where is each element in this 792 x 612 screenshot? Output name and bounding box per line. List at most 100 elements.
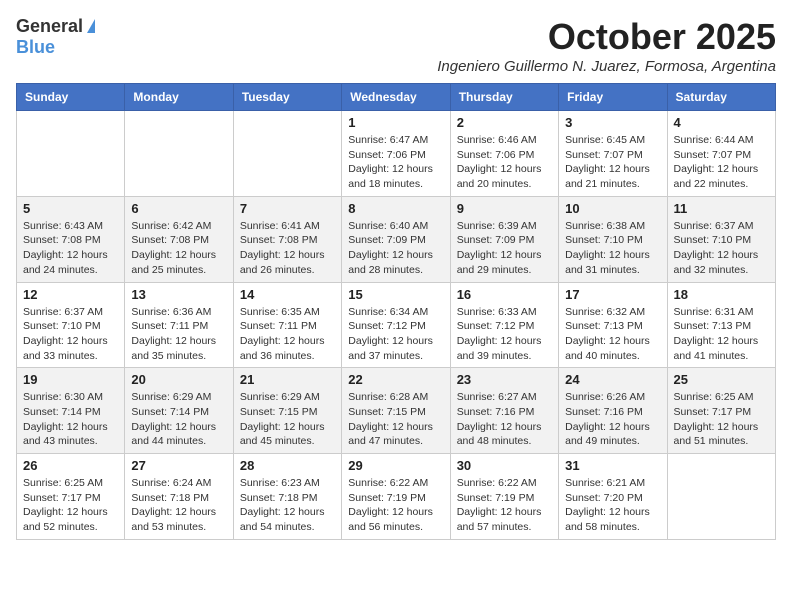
day-number: 21: [240, 372, 335, 387]
logo: General Blue: [16, 16, 95, 58]
page-header: General Blue October 2025 Ingeniero Guil…: [16, 16, 776, 75]
calendar-header-wednesday: Wednesday: [342, 84, 450, 111]
logo-triangle-icon: [87, 19, 95, 33]
day-info: Sunrise: 6:43 AMSunset: 7:08 PMDaylight:…: [23, 219, 118, 278]
title-section: October 2025 Ingeniero Guillermo N. Juar…: [437, 16, 776, 75]
calendar-cell: 4 Sunrise: 6:44 AMSunset: 7:07 PMDaylight…: [667, 111, 775, 197]
day-info: Sunrise: 6:25 AMSunset: 7:17 PMDaylight:…: [674, 390, 769, 449]
day-info: Sunrise: 6:47 AMSunset: 7:06 PMDaylight:…: [348, 133, 443, 192]
day-number: 24: [565, 372, 660, 387]
day-info: Sunrise: 6:28 AMSunset: 7:15 PMDaylight:…: [348, 390, 443, 449]
calendar-cell: 8 Sunrise: 6:40 AMSunset: 7:09 PMDaylight…: [342, 196, 450, 282]
day-number: 27: [131, 458, 226, 473]
calendar-cell: 16 Sunrise: 6:33 AMSunset: 7:12 PMDayligh…: [450, 282, 558, 368]
calendar-header-saturday: Saturday: [667, 84, 775, 111]
day-info: Sunrise: 6:40 AMSunset: 7:09 PMDaylight:…: [348, 219, 443, 278]
day-number: 28: [240, 458, 335, 473]
day-number: 12: [23, 287, 118, 302]
day-info: Sunrise: 6:21 AMSunset: 7:20 PMDaylight:…: [565, 476, 660, 535]
calendar-cell: 24Sunrise: 6:26 AMSunset: 7:16 PMDayligh…: [559, 368, 667, 454]
day-info: Sunrise: 6:33 AMSunset: 7:12 PMDaylight:…: [457, 305, 552, 364]
day-number: 4: [674, 115, 769, 130]
day-number: 20: [131, 372, 226, 387]
day-number: 19: [23, 372, 118, 387]
day-number: 16: [457, 287, 552, 302]
calendar-cell: 13 Sunrise: 6:36 AMSunset: 7:11 PMDayligh…: [125, 282, 233, 368]
calendar-cell: 30 Sunrise: 6:22 AMSunset: 7:19 PMDayligh…: [450, 454, 558, 540]
day-number: 9: [457, 201, 552, 216]
calendar-cell: [233, 111, 341, 197]
day-number: 13: [131, 287, 226, 302]
calendar-cell: 23 Sunrise: 6:27 AMSunset: 7:16 PMDayligh…: [450, 368, 558, 454]
day-number: 23: [457, 372, 552, 387]
logo-general-text: General: [16, 16, 83, 37]
calendar-cell: 15Sunrise: 6:34 AMSunset: 7:12 PMDayligh…: [342, 282, 450, 368]
day-number: 15: [348, 287, 443, 302]
location-text: Ingeniero Guillermo N. Juarez, Formosa, …: [437, 58, 776, 75]
day-info: Sunrise: 6:37 AMSunset: 7:10 PMDaylight:…: [674, 219, 769, 278]
day-number: 11: [674, 201, 769, 216]
day-number: 25: [674, 372, 769, 387]
day-number: 1: [348, 115, 443, 130]
calendar-table: SundayMondayTuesdayWednesdayThursdayFrid…: [16, 83, 776, 540]
calendar-cell: 25 Sunrise: 6:25 AMSunset: 7:17 PMDayligh…: [667, 368, 775, 454]
day-info: Sunrise: 6:41 AMSunset: 7:08 PMDaylight:…: [240, 219, 335, 278]
day-info: Sunrise: 6:32 AMSunset: 7:13 PMDaylight:…: [565, 305, 660, 364]
day-info: Sunrise: 6:31 AMSunset: 7:13 PMDaylight:…: [674, 305, 769, 364]
day-info: Sunrise: 6:37 AMSunset: 7:10 PMDaylight:…: [23, 305, 118, 364]
day-info: Sunrise: 6:29 AMSunset: 7:15 PMDaylight:…: [240, 390, 335, 449]
calendar-header-thursday: Thursday: [450, 84, 558, 111]
day-number: 17: [565, 287, 660, 302]
day-info: Sunrise: 6:23 AMSunset: 7:18 PMDaylight:…: [240, 476, 335, 535]
calendar-cell: 9 Sunrise: 6:39 AMSunset: 7:09 PMDaylight…: [450, 196, 558, 282]
calendar-cell: 2Sunrise: 6:46 AMSunset: 7:06 PMDaylight…: [450, 111, 558, 197]
day-number: 10: [565, 201, 660, 216]
calendar-cell: 3 Sunrise: 6:45 AMSunset: 7:07 PMDaylight…: [559, 111, 667, 197]
calendar-cell: 21 Sunrise: 6:29 AMSunset: 7:15 PMDayligh…: [233, 368, 341, 454]
calendar-cell: [667, 454, 775, 540]
day-info: Sunrise: 6:45 AMSunset: 7:07 PMDaylight:…: [565, 133, 660, 192]
calendar-cell: 20 Sunrise: 6:29 AMSunset: 7:14 PMDayligh…: [125, 368, 233, 454]
calendar-week-row: 19 Sunrise: 6:30 AMSunset: 7:14 PMDayligh…: [17, 368, 776, 454]
logo-blue-text: Blue: [16, 37, 55, 58]
calendar-cell: 17 Sunrise: 6:32 AMSunset: 7:13 PMDayligh…: [559, 282, 667, 368]
calendar-cell: 1 Sunrise: 6:47 AMSunset: 7:06 PMDaylight…: [342, 111, 450, 197]
calendar-cell: 12 Sunrise: 6:37 AMSunset: 7:10 PMDayligh…: [17, 282, 125, 368]
day-number: 3: [565, 115, 660, 130]
day-number: 29: [348, 458, 443, 473]
day-number: 31: [565, 458, 660, 473]
calendar-cell: 5 Sunrise: 6:43 AMSunset: 7:08 PMDaylight…: [17, 196, 125, 282]
month-title: October 2025: [437, 16, 776, 58]
calendar-header-friday: Friday: [559, 84, 667, 111]
day-info: Sunrise: 6:39 AMSunset: 7:09 PMDaylight:…: [457, 219, 552, 278]
day-number: 7: [240, 201, 335, 216]
day-info: Sunrise: 6:36 AMSunset: 7:11 PMDaylight:…: [131, 305, 226, 364]
day-info: Sunrise: 6:35 AMSunset: 7:11 PMDaylight:…: [240, 305, 335, 364]
calendar-week-row: 26Sunrise: 6:25 AMSunset: 7:17 PMDayligh…: [17, 454, 776, 540]
day-info: Sunrise: 6:30 AMSunset: 7:14 PMDaylight:…: [23, 390, 118, 449]
day-info: Sunrise: 6:24 AMSunset: 7:18 PMDaylight:…: [131, 476, 226, 535]
day-info: Sunrise: 6:38 AMSunset: 7:10 PMDaylight:…: [565, 219, 660, 278]
day-number: 18: [674, 287, 769, 302]
calendar-cell: 6Sunrise: 6:42 AMSunset: 7:08 PMDaylight…: [125, 196, 233, 282]
calendar-week-row: 5 Sunrise: 6:43 AMSunset: 7:08 PMDaylight…: [17, 196, 776, 282]
day-info: Sunrise: 6:22 AMSunset: 7:19 PMDaylight:…: [457, 476, 552, 535]
calendar-week-row: 1 Sunrise: 6:47 AMSunset: 7:06 PMDaylight…: [17, 111, 776, 197]
day-number: 5: [23, 201, 118, 216]
calendar-week-row: 12 Sunrise: 6:37 AMSunset: 7:10 PMDayligh…: [17, 282, 776, 368]
calendar-cell: 22Sunrise: 6:28 AMSunset: 7:15 PMDayligh…: [342, 368, 450, 454]
day-info: Sunrise: 6:44 AMSunset: 7:07 PMDaylight:…: [674, 133, 769, 192]
day-number: 30: [457, 458, 552, 473]
calendar-cell: 29 Sunrise: 6:22 AMSunset: 7:19 PMDayligh…: [342, 454, 450, 540]
calendar-header-sunday: Sunday: [17, 84, 125, 111]
day-info: Sunrise: 6:29 AMSunset: 7:14 PMDaylight:…: [131, 390, 226, 449]
calendar-cell: 19 Sunrise: 6:30 AMSunset: 7:14 PMDayligh…: [17, 368, 125, 454]
calendar-cell: 11 Sunrise: 6:37 AMSunset: 7:10 PMDayligh…: [667, 196, 775, 282]
day-info: Sunrise: 6:22 AMSunset: 7:19 PMDaylight:…: [348, 476, 443, 535]
calendar-header-tuesday: Tuesday: [233, 84, 341, 111]
day-number: 8: [348, 201, 443, 216]
day-info: Sunrise: 6:27 AMSunset: 7:16 PMDaylight:…: [457, 390, 552, 449]
day-info: Sunrise: 6:25 AMSunset: 7:17 PMDaylight:…: [23, 476, 118, 535]
calendar-cell: 18 Sunrise: 6:31 AMSunset: 7:13 PMDayligh…: [667, 282, 775, 368]
day-number: 2: [457, 115, 552, 130]
